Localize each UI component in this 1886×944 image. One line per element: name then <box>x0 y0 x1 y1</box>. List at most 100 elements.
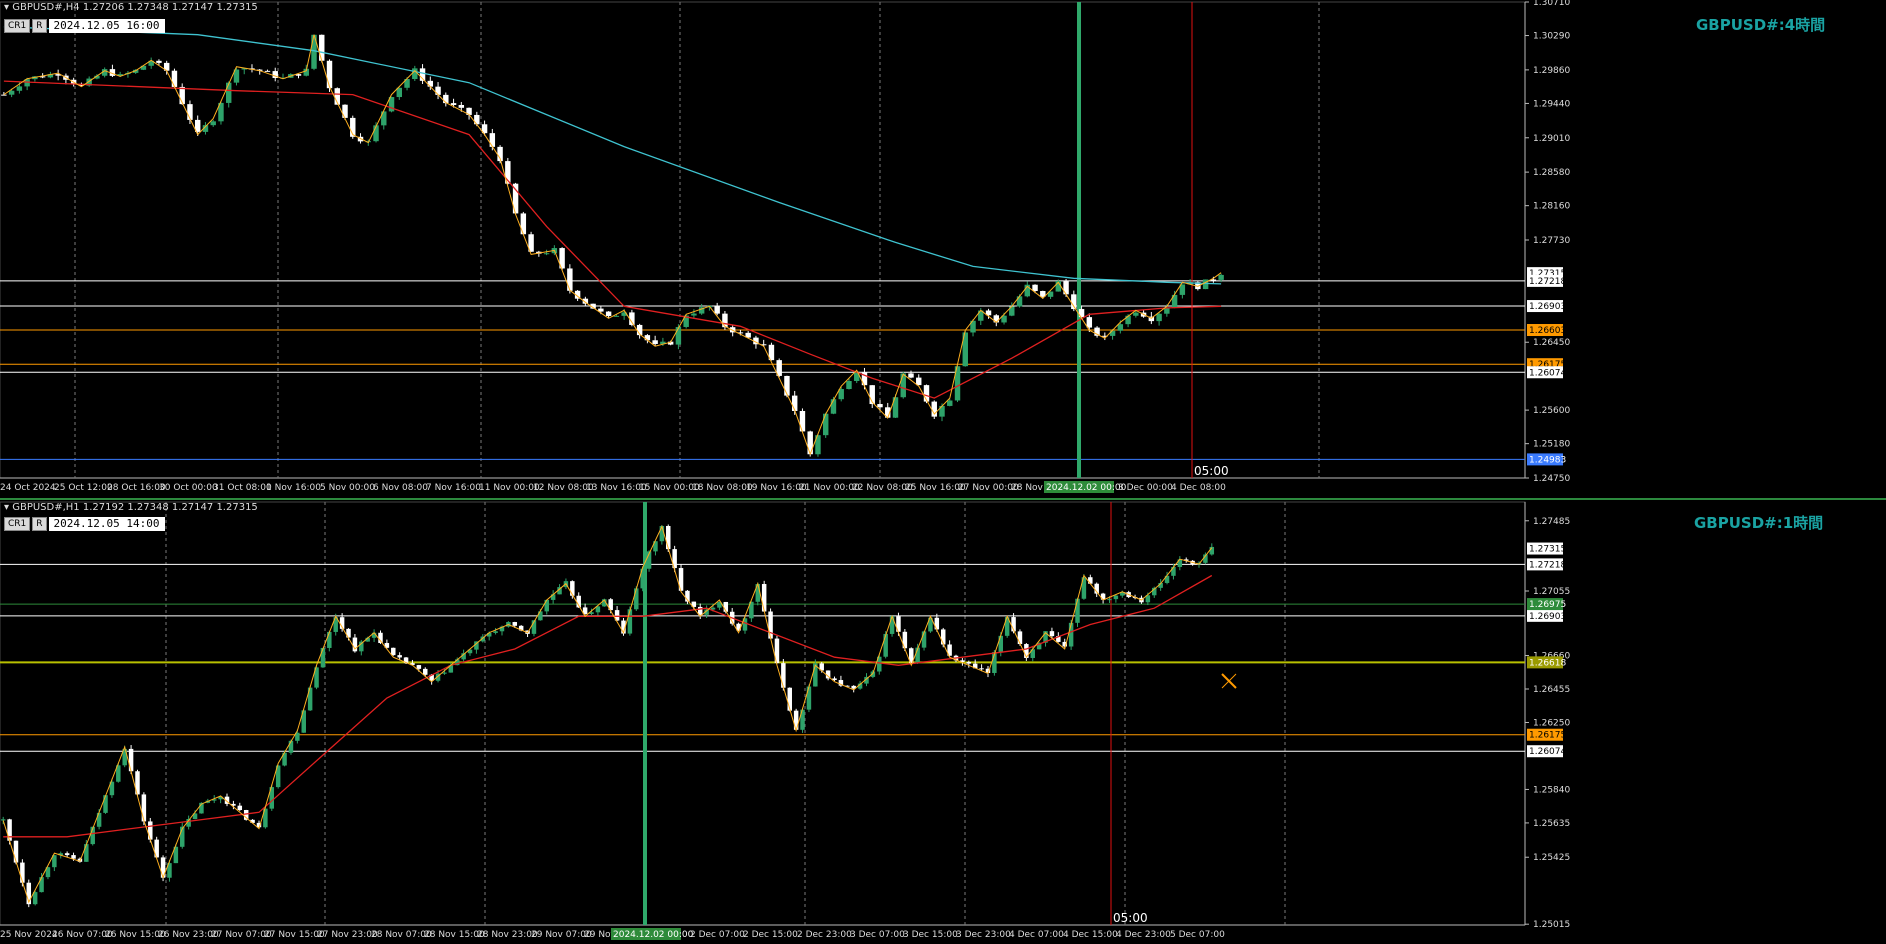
collapse-triangle-icon[interactable]: ▾ <box>4 2 9 13</box>
candle <box>815 434 821 457</box>
candle <box>39 872 44 893</box>
h4-toolbar: CR1 R 2024.12.05 16:00 <box>4 19 165 33</box>
candle-body <box>761 584 767 612</box>
h1-chart-header: ▾ GBPUSD#,H1 1.27192 1.27348 1.27147 1.2… <box>4 502 258 513</box>
time-axis-label: 3 Dec 07:00 <box>850 930 905 940</box>
r-button[interactable]: R <box>32 19 47 33</box>
price-tick-label: 1.30710 <box>1533 0 1570 8</box>
cr1-button[interactable]: CR1 <box>4 19 31 33</box>
candle-body <box>998 635 1004 653</box>
time-axis-label: 19 Nov 16:00 <box>746 483 807 493</box>
price-tick-label: 1.29860 <box>1533 66 1570 76</box>
candle <box>371 629 377 643</box>
h1-datetime-box: 2024.12.05 14:00 <box>48 517 165 531</box>
candle-body <box>520 213 527 235</box>
candle-body <box>1117 324 1124 331</box>
candle-body <box>0 819 6 821</box>
price-box-text: 1.26975 <box>1529 600 1566 610</box>
candle-body <box>489 133 496 147</box>
candle-body <box>342 104 348 118</box>
h4-chart-title: GBPUSD#:4時間 <box>1696 16 1826 34</box>
candle <box>295 729 300 744</box>
candle <box>307 685 313 712</box>
price-label-box: 1.26603 <box>1527 324 1566 337</box>
candle <box>84 839 89 862</box>
collapse-triangle-icon[interactable]: ▾ <box>4 502 9 513</box>
candle <box>171 68 178 89</box>
time-axis-label: 5 Dec 07:00 <box>1170 930 1225 940</box>
price-box-text: 1.26603 <box>1529 326 1566 336</box>
candle-body <box>675 326 682 345</box>
candle-body <box>412 68 418 80</box>
candle-body <box>1218 274 1224 280</box>
h1-toolbar: CR1 R 2024.12.05 14:00 <box>4 517 165 531</box>
candle <box>629 309 635 327</box>
candle-body <box>1133 312 1139 316</box>
moving-average-slow <box>3 26 1222 285</box>
candle <box>582 296 589 307</box>
moving-average-fast <box>3 80 1222 399</box>
candle <box>1094 326 1100 338</box>
candle-body <box>781 663 786 688</box>
candle-body <box>141 794 147 822</box>
candle-body <box>210 121 216 126</box>
candle <box>1179 284 1186 299</box>
zigzag-line <box>2 525 1213 904</box>
time-marker-label: 2024.12.02 00:00 <box>613 930 694 940</box>
price-tick-label: 1.25600 <box>1533 406 1570 416</box>
time-axis-label: 3 Dec 23:00 <box>956 930 1011 940</box>
candle-body <box>416 665 422 669</box>
time-axis-label: 13 Nov 16:00 <box>586 483 647 493</box>
price-label-box: 1.27218 <box>1527 558 1566 571</box>
candle <box>272 67 278 82</box>
candle <box>1156 312 1162 326</box>
candle-body <box>1088 577 1093 584</box>
candle <box>1075 597 1080 627</box>
time-axis-label: 2 Dec 15:00 <box>743 930 798 940</box>
time-axis-label: 27 Nov 15:00 <box>264 930 325 940</box>
candle-body <box>543 253 550 255</box>
candle-body <box>427 80 434 87</box>
candle-body <box>666 525 671 550</box>
candle <box>319 34 325 63</box>
candle <box>396 87 403 100</box>
candle-body <box>544 599 549 612</box>
price-tick-label: 1.25635 <box>1533 819 1570 829</box>
candle <box>574 290 581 301</box>
candle-body <box>264 70 271 72</box>
candle-body <box>846 381 852 390</box>
candle-body <box>458 104 465 108</box>
candle <box>109 778 115 798</box>
candle-body <box>1075 598 1080 623</box>
h1-chart-panel[interactable]: 1.274851.270551.266601.264551.262501.258… <box>0 500 1886 940</box>
candle <box>55 69 61 81</box>
candle-body <box>947 400 953 406</box>
candle-body <box>84 844 89 862</box>
candle-body <box>156 60 162 63</box>
time-axis-label: 4 Dec 15:00 <box>1063 930 1118 940</box>
candle-body <box>397 655 402 658</box>
candle <box>761 580 767 612</box>
time-marker-label: 2024.12.02 00:00 <box>1046 483 1127 493</box>
price-tick-label: 1.30290 <box>1533 32 1570 42</box>
candle-body <box>171 70 178 87</box>
h1-chart-svg[interactable]: 1.274851.270551.266601.264551.262501.258… <box>0 500 1886 940</box>
time-axis-label: 4 Dec 23:00 <box>1116 930 1171 940</box>
time-axis-label: 24 Oct 2024 <box>0 483 56 493</box>
price-label-box: 1.24983 <box>1527 453 1566 466</box>
time-axis-label: 4 Dec 08:00 <box>1171 483 1226 493</box>
candle <box>295 74 302 79</box>
candle-body <box>512 622 518 626</box>
candle-body <box>768 611 773 639</box>
candle-body <box>567 268 573 291</box>
candle <box>173 843 179 864</box>
h4-chart-panel[interactable]: 1.30710 1.30290 1.29860 1.29440 1.29010 1.285… <box>0 0 1886 498</box>
price-tick-label: 1.27485 <box>1533 517 1570 527</box>
r-button[interactable]: R <box>32 517 47 531</box>
cursor-time-label: 05:00 <box>1113 911 1148 925</box>
h4-chart-svg[interactable]: 1.30710 1.30290 1.29860 1.29440 1.29010 1.285… <box>0 0 1886 498</box>
candle-body <box>613 315 620 317</box>
cr1-button[interactable]: CR1 <box>4 517 31 531</box>
candle <box>1040 290 1046 299</box>
time-axis-label: 31 Oct 08:00 <box>213 483 272 493</box>
